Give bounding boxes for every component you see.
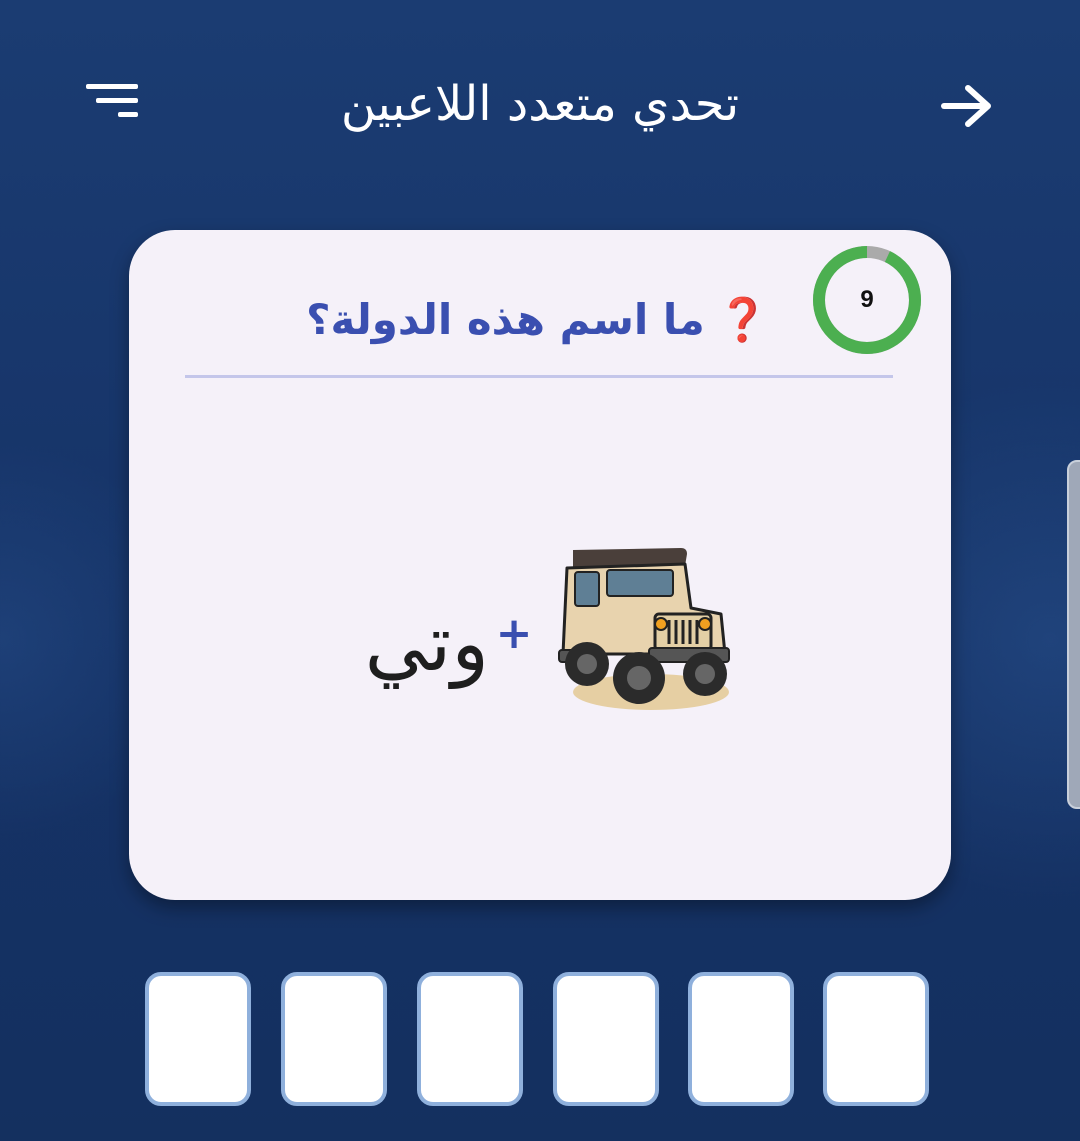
answer-slot[interactable] [281,972,387,1106]
page-title: تحدي متعدد اللاعبين [340,76,740,132]
puzzle-word: وتي [364,599,489,689]
question-card: ❓ما اسم هذه الدولة؟ 9 + وتي [129,230,951,900]
countdown-timer: 9 [809,242,925,358]
timer-value: 9 [860,286,874,313]
question-text: ما اسم هذه الدولة؟ [306,295,705,344]
answer-slot[interactable] [688,972,794,1106]
plus-sign: + [495,608,533,659]
top-bar: تحدي متعدد اللاعبين [0,40,1080,180]
answer-slot[interactable] [553,972,659,1106]
scrollbar-handle[interactable] [1067,460,1080,809]
answer-slots [145,972,935,1114]
jeep-image [553,542,733,718]
question-mark-icon: ❓ [716,295,769,344]
question-text-row: ❓ما اسم هذه الدولة؟ [189,292,769,348]
answer-slot[interactable] [417,972,523,1106]
filter-menu-icon[interactable] [80,78,150,128]
answer-slot[interactable] [145,972,251,1106]
divider [185,375,893,378]
arrow-right-icon[interactable] [930,76,1000,136]
answer-slot[interactable] [823,972,929,1106]
